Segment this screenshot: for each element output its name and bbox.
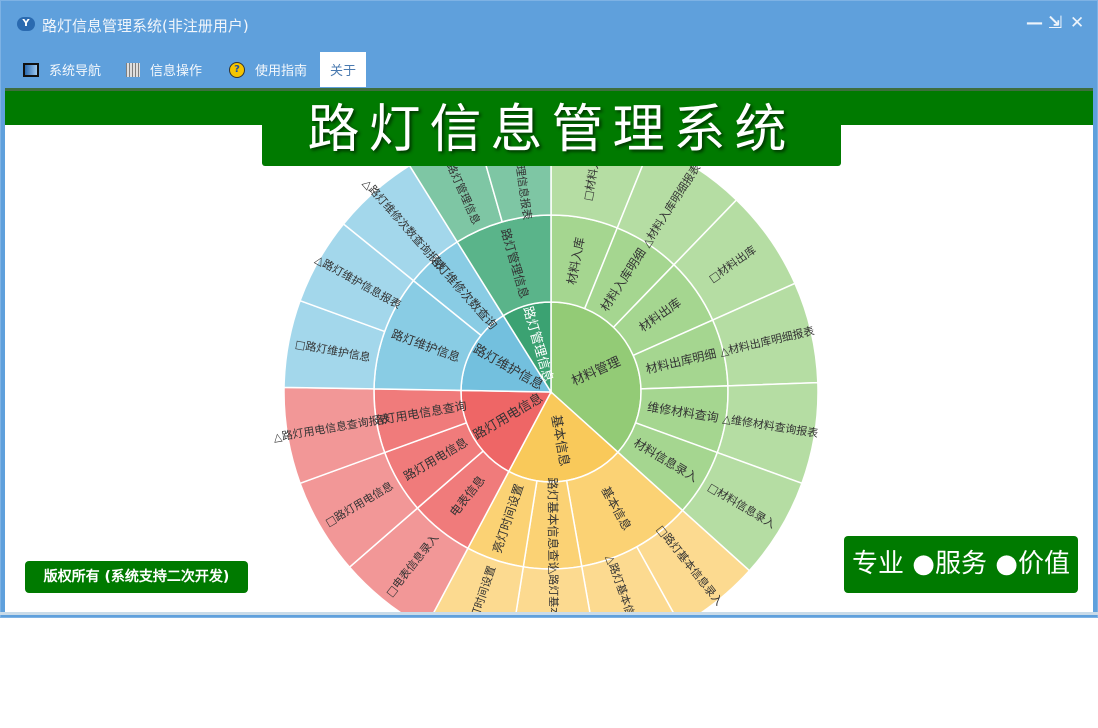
sunburst-label: 路灯基本信息查询: [545, 477, 561, 573]
sunburst-label: △路灯基本信息查询: [547, 566, 562, 663]
system-title-banner: 路灯信息管理系统: [262, 94, 841, 166]
copyright-badge: 版权所有 (系统支持二次开发): [25, 561, 248, 593]
slogan-badge: 专业 ●服务 ●价值: [844, 536, 1078, 593]
